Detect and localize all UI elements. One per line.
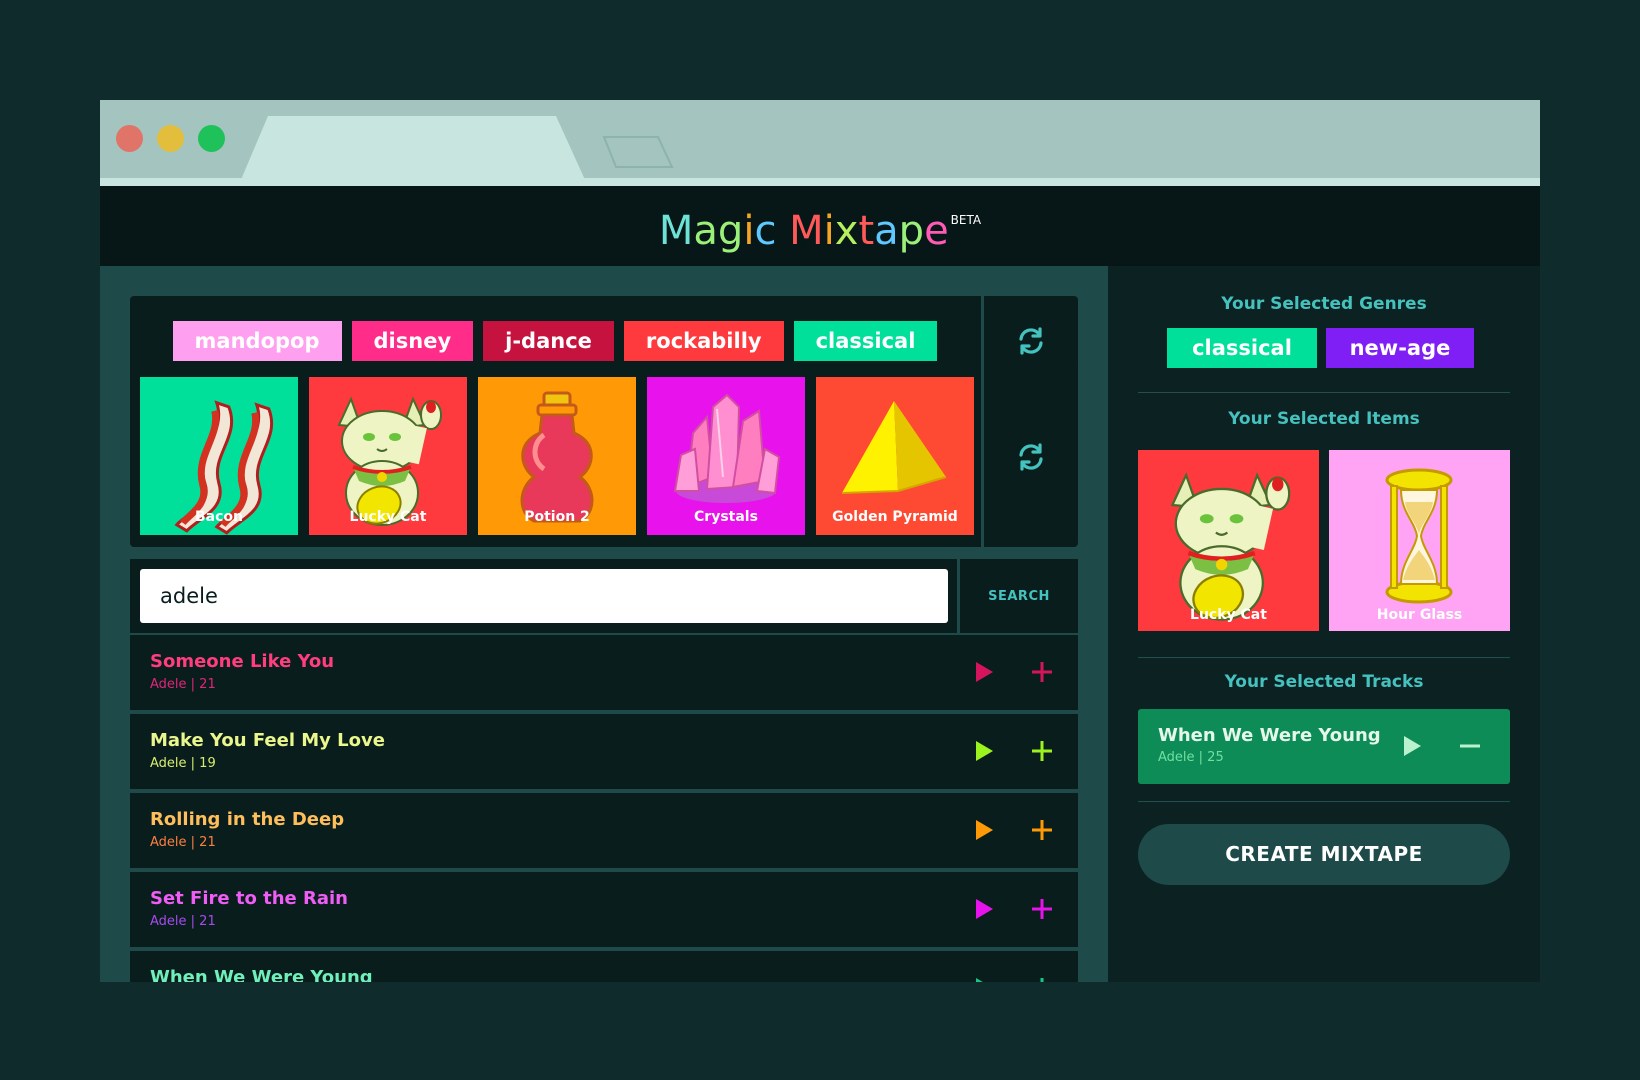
title-letter: x: [834, 208, 859, 255]
item-label: Bacon: [194, 509, 243, 525]
genre-pill-mandopop[interactable]: mandopop: [172, 321, 342, 361]
track-row: Someone Like You Adele | 21: [130, 635, 1078, 712]
track-subtitle: Adele | 21: [150, 835, 216, 850]
title-letter: g: [717, 208, 744, 255]
selected-genre-new-age[interactable]: new-age: [1326, 328, 1474, 368]
track-title: Someone Like You: [150, 651, 335, 672]
item-card-lucky-cat[interactable]: Lucky Cat: [309, 377, 467, 535]
add-track-icon[interactable]: [1030, 897, 1054, 921]
divider: [1138, 392, 1510, 393]
item-card-bacon[interactable]: Bacon: [140, 377, 298, 535]
item-label: Crystals: [694, 509, 758, 525]
title-letter: p: [898, 208, 925, 255]
track-results-list: Someone Like You Adele | 21 Make You Feel …: [130, 635, 1078, 982]
title-letter: i: [823, 208, 835, 255]
item-selector: Bacon Lucky Cat Potion 2 Crystals Golden…: [130, 367, 1078, 547]
selected-track: When We Were Young Adele | 25: [1138, 709, 1510, 784]
item-label: Lucky Cat: [349, 509, 427, 525]
beta-badge: BETA: [950, 213, 982, 227]
add-track-icon[interactable]: [1030, 818, 1054, 842]
selection-panel: Your Selected Genres classical new-age Yo…: [1108, 266, 1540, 982]
minimize-window-button[interactable]: [157, 125, 184, 152]
selected-track-title: When We Were Young: [1158, 725, 1381, 746]
refresh-icon: [1019, 443, 1043, 471]
browser-tab-new[interactable]: [602, 135, 674, 169]
track-subtitle: Adele | 21: [150, 914, 216, 929]
selected-item-hour-glass[interactable]: Hour Glass: [1329, 450, 1510, 631]
track-title: Rolling in the Deep: [150, 809, 345, 830]
title-letter: [776, 208, 789, 254]
track-row: Set Fire to the Rain Adele | 21: [130, 872, 1078, 949]
genre-pill-classical[interactable]: classical: [793, 321, 938, 361]
item-card-potion-2[interactable]: Potion 2: [478, 377, 636, 535]
title-letter: i: [743, 208, 755, 255]
lucky-cat-icon: [1170, 472, 1291, 621]
track-row: When We Were YoungAdele | 25: [130, 951, 1078, 982]
track-subtitle: Adele | 19: [150, 756, 216, 771]
add-track-icon[interactable]: [1030, 976, 1054, 982]
item-label: Golden Pyramid: [832, 509, 958, 525]
selected-items-title: Your Selected Items: [1228, 409, 1420, 429]
search-bar: SEARCH: [130, 559, 1078, 633]
title-letter: M: [658, 208, 694, 255]
close-window-button[interactable]: [116, 125, 143, 152]
app-header: Magic Mixtape BETA: [100, 186, 1540, 266]
item-card-golden-pyramid[interactable]: Golden Pyramid: [816, 377, 974, 535]
play-icon[interactable]: [972, 976, 996, 982]
selected-genres-title: Your Selected Genres: [1221, 294, 1427, 314]
selected-genre-classical[interactable]: classical: [1167, 328, 1317, 368]
track-title: Make You Feel My Love: [150, 730, 385, 751]
title-letter: t: [858, 208, 875, 255]
title-letter: c: [754, 208, 777, 255]
divider: [1138, 801, 1510, 802]
chrome-divider: [100, 178, 1540, 186]
hourglass-icon: [1385, 468, 1453, 604]
refresh-items-button[interactable]: [981, 367, 1078, 547]
track-title: Set Fire to the Rain: [150, 888, 348, 909]
refresh-icon: [1019, 327, 1043, 355]
selected-track-subtitle: Adele | 25: [1158, 750, 1224, 765]
browser-window: Magic Mixtape BETA mandopop disney j-dance r…: [100, 100, 1540, 982]
main-panel: mandopop disney j-dance rockabilly classical…: [100, 266, 1108, 982]
play-icon[interactable]: [972, 897, 996, 921]
remove-track-icon[interactable]: [1458, 734, 1482, 758]
search-button[interactable]: SEARCH: [957, 559, 1078, 633]
play-icon[interactable]: [1400, 734, 1424, 758]
title-letter: M: [789, 208, 824, 255]
track-row: Rolling in the Deep Adele | 21: [130, 793, 1078, 870]
selected-tracks-title: Your Selected Tracks: [1224, 672, 1424, 692]
genre-pill-rockabilly[interactable]: rockabilly: [623, 321, 784, 361]
genre-pill-disney[interactable]: disney: [351, 321, 474, 361]
track-title: When We Were Young: [150, 967, 373, 982]
item-label: Hour Glass: [1376, 607, 1463, 623]
app-title: Magic Mixtape BETA: [659, 208, 981, 254]
browser-tab-active[interactable]: [240, 116, 610, 182]
item-label: Lucky Cat: [1190, 607, 1267, 623]
browser-chrome: [100, 100, 1540, 186]
track-row: Make You Feel My Love Adele | 19: [130, 714, 1078, 791]
create-mixtape-button[interactable]: CREATE MIXTAPE: [1138, 824, 1510, 885]
track-subtitle: Adele | 21: [150, 677, 216, 692]
title-letter: a: [874, 208, 899, 255]
search-input[interactable]: [140, 569, 948, 623]
maximize-window-button[interactable]: [198, 125, 225, 152]
title-letter: e: [924, 208, 949, 255]
add-track-icon[interactable]: [1030, 739, 1054, 763]
selected-item-lucky-cat[interactable]: Lucky Cat: [1138, 450, 1319, 631]
divider: [1138, 657, 1510, 658]
add-track-icon[interactable]: [1030, 660, 1054, 684]
item-label: Potion 2: [524, 509, 590, 525]
item-card-crystals[interactable]: Crystals: [647, 377, 805, 535]
title-letter: a: [693, 208, 718, 255]
play-icon[interactable]: [972, 660, 996, 684]
genre-pill-j-dance[interactable]: j-dance: [483, 321, 614, 361]
play-icon[interactable]: [972, 818, 996, 842]
play-icon[interactable]: [972, 739, 996, 763]
